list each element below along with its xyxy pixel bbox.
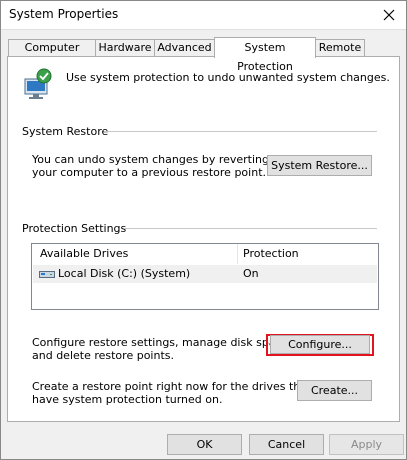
configure-description-line2: and delete restore points. (32, 349, 174, 362)
system-protection-shield-icon (22, 67, 56, 101)
system-protection-panel: Use system protection to undo unwanted s… (7, 56, 400, 422)
dialog-footer: OK Cancel Apply (1, 422, 406, 459)
system-restore-description-line1: You can undo system changes by reverting (32, 153, 269, 166)
drives-list[interactable]: Available Drives Protection Local Disk (… (31, 243, 379, 310)
create-description-line1: Create a restore point right now for the… (32, 380, 312, 393)
system-restore-group-label: System Restore (22, 125, 113, 138)
drive-protection-status: On (243, 267, 259, 280)
close-button[interactable] (376, 3, 402, 27)
close-icon (383, 9, 395, 21)
protection-settings-divider (124, 228, 377, 229)
tab-remote[interactable]: Remote (315, 39, 365, 56)
tab-hardware[interactable]: Hardware (95, 39, 155, 56)
drive-icon (39, 271, 55, 278)
ok-button[interactable]: OK (167, 434, 242, 455)
configure-button[interactable]: Configure... (270, 335, 370, 354)
drive-name: Local Disk (C:) (System) (58, 267, 191, 280)
column-header-available-drives[interactable]: Available Drives (40, 247, 128, 260)
column-header-protection[interactable]: Protection (243, 247, 299, 260)
intro-text: Use system protection to undo unwanted s… (66, 71, 390, 84)
system-restore-button[interactable]: System Restore... (267, 155, 372, 176)
tab-computer-name[interactable]: Computer Name (8, 39, 96, 70)
title-bar: System Properties (1, 1, 406, 30)
system-properties-window: System Properties Computer Name Hardware… (0, 0, 407, 460)
system-restore-description-line2: your computer to a previous restore poin… (32, 166, 266, 179)
column-separator (237, 244, 238, 264)
system-restore-divider (104, 131, 377, 132)
configure-description-line1: Configure restore settings, manage disk … (32, 336, 292, 349)
protection-settings-group-label: Protection Settings (22, 222, 131, 235)
drives-list-header: Available Drives Protection (32, 244, 378, 264)
drive-row[interactable]: Local Disk (C:) (System) On (33, 265, 377, 283)
cancel-button[interactable]: Cancel (249, 434, 324, 455)
window-title: System Properties (9, 7, 119, 21)
tab-system-protection[interactable]: System Protection (214, 37, 316, 73)
create-button[interactable]: Create... (297, 380, 372, 401)
tab-advanced[interactable]: Advanced (154, 39, 215, 56)
apply-button[interactable]: Apply (329, 434, 404, 455)
create-description-line2: have system protection turned on. (32, 393, 223, 406)
